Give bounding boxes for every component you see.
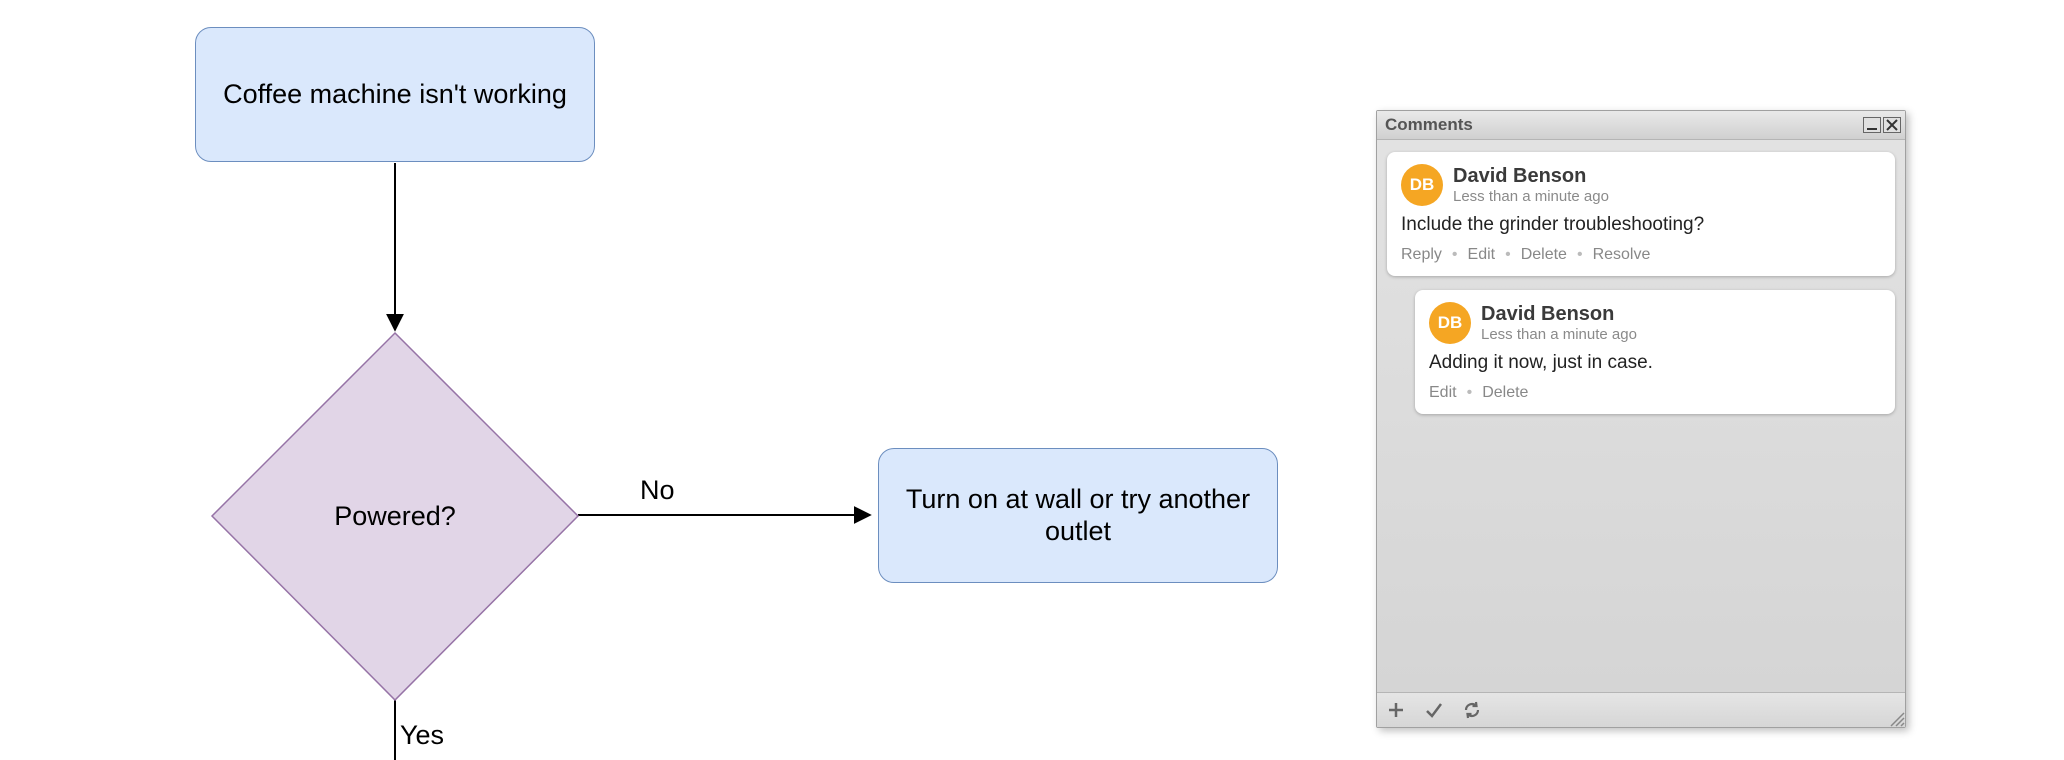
close-button[interactable] bbox=[1883, 117, 1901, 133]
plus-icon bbox=[1386, 700, 1406, 720]
comment-card[interactable]: DB David Benson Less than a minute ago I… bbox=[1387, 152, 1895, 276]
check-icon bbox=[1424, 700, 1444, 720]
refresh-comments-button[interactable] bbox=[1461, 699, 1483, 721]
comment-delete-link[interactable]: Delete bbox=[1521, 246, 1567, 264]
minimize-button[interactable] bbox=[1863, 117, 1881, 133]
comments-panel-titlebar[interactable]: Comments bbox=[1377, 111, 1905, 140]
comment-edit-link[interactable]: Edit bbox=[1429, 384, 1457, 402]
comments-panel-title: Comments bbox=[1385, 115, 1473, 135]
comment-reply-link[interactable]: Reply bbox=[1401, 246, 1442, 264]
avatar: DB bbox=[1429, 302, 1471, 344]
comment-author: David Benson bbox=[1481, 303, 1637, 326]
comment-time: Less than a minute ago bbox=[1481, 326, 1637, 343]
resolve-comments-button[interactable] bbox=[1423, 699, 1445, 721]
comment-time: Less than a minute ago bbox=[1453, 188, 1609, 205]
avatar: DB bbox=[1401, 164, 1443, 206]
comment-actions: Reply• Edit• Delete• Resolve bbox=[1401, 246, 1881, 264]
comment-reply-card[interactable]: DB David Benson Less than a minute ago A… bbox=[1415, 290, 1895, 414]
flowchart-edge-yes-label: Yes bbox=[400, 720, 444, 751]
comment-text: Adding it now, just in case. bbox=[1429, 352, 1881, 374]
refresh-icon bbox=[1462, 700, 1482, 720]
flowchart-action-no-label: Turn on at wall or try another outlet bbox=[879, 484, 1277, 546]
comment-edit-link[interactable]: Edit bbox=[1468, 246, 1496, 264]
comments-panel[interactable]: Comments DB David Benson bbox=[1376, 110, 1906, 728]
add-comment-button[interactable] bbox=[1385, 699, 1407, 721]
comment-actions: Edit• Delete bbox=[1429, 384, 1881, 402]
comments-panel-footer bbox=[1377, 692, 1905, 727]
flowchart-start-node[interactable]: Coffee machine isn't working bbox=[195, 27, 595, 162]
comment-text: Include the grinder troubleshooting? bbox=[1401, 214, 1881, 236]
comment-delete-link[interactable]: Delete bbox=[1482, 384, 1528, 402]
flowchart-edge-no-label: No bbox=[640, 475, 675, 506]
close-icon bbox=[1886, 119, 1898, 131]
minimize-icon bbox=[1866, 119, 1878, 131]
comment-resolve-link[interactable]: Resolve bbox=[1593, 246, 1651, 264]
diagram-canvas[interactable]: Coffee machine isn't working Powered? No… bbox=[0, 0, 2064, 760]
avatar-initials: DB bbox=[1438, 313, 1463, 333]
comments-panel-body: DB David Benson Less than a minute ago I… bbox=[1377, 140, 1905, 692]
flowchart-decision-label[interactable]: Powered? bbox=[295, 502, 495, 532]
comment-author: David Benson bbox=[1453, 165, 1609, 188]
flowchart-start-label: Coffee machine isn't working bbox=[223, 79, 567, 110]
avatar-initials: DB bbox=[1410, 175, 1435, 195]
flowchart-action-no-node[interactable]: Turn on at wall or try another outlet bbox=[878, 448, 1278, 583]
resize-handle-icon[interactable] bbox=[1887, 709, 1905, 727]
